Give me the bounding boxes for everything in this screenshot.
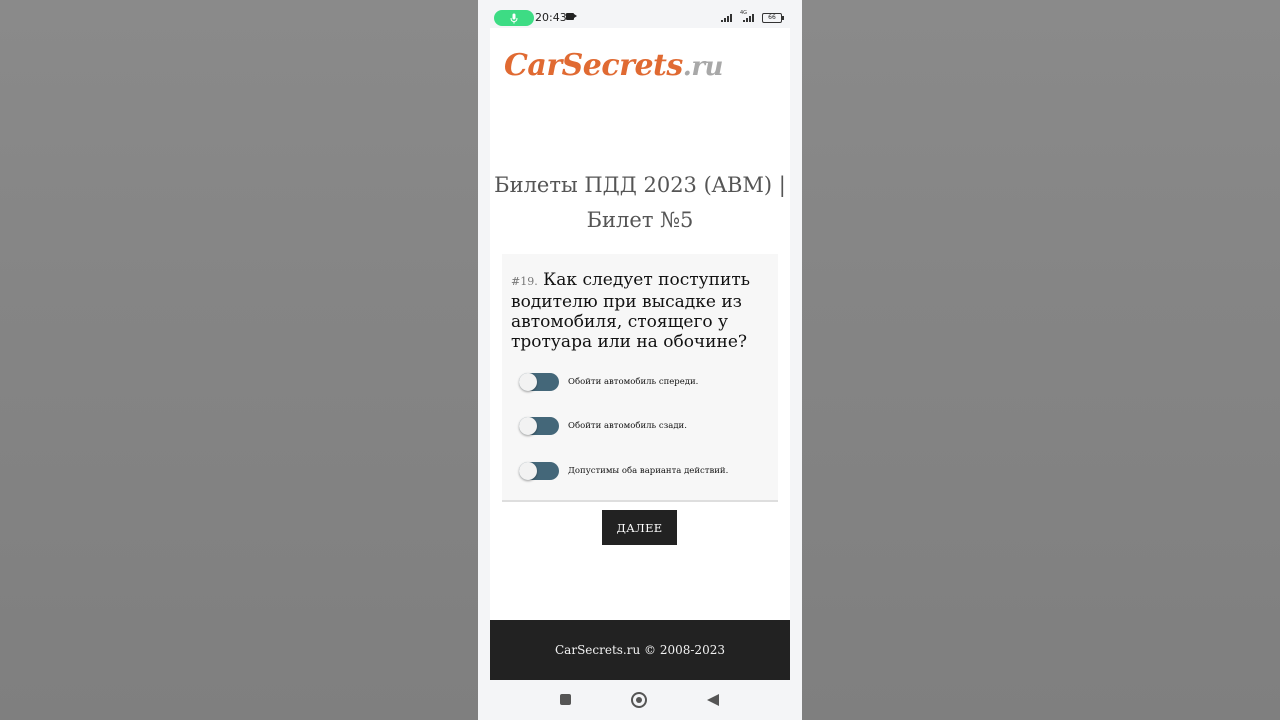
status-time: 20:43 <box>535 11 567 24</box>
back-icon[interactable] <box>707 694 719 706</box>
logo-tld-text: .ru <box>682 52 724 82</box>
logo-main-text: CarSecrets <box>504 48 683 83</box>
page-title-line2: Билет №5 <box>586 208 694 232</box>
signal-icon <box>721 13 732 22</box>
question: #19. Как следует поступить водителю при … <box>511 270 773 352</box>
question-text: Как следует поступить водителю при высад… <box>511 270 750 352</box>
blurred-background-left <box>0 0 478 720</box>
phone-screen: 20:43 4G 66 CarSecrets.ru Билеты ПДД 202… <box>478 0 802 720</box>
page-footer: CarSecrets.ru © 2008-2023 <box>490 620 790 680</box>
page-title-line1: Билеты ПДД 2023 (ABM) | <box>494 173 786 197</box>
blurred-background-right <box>802 0 1280 720</box>
answer-option-1[interactable]: Обойти автомобиль спереди. <box>519 372 698 392</box>
mic-icon[interactable] <box>494 10 534 26</box>
quiz-card: #19. Как следует поступить водителю при … <box>502 254 778 502</box>
signal-icon-secondary <box>743 13 754 22</box>
system-nav-bar <box>478 680 802 720</box>
answer-toggle-2[interactable] <box>519 417 559 435</box>
answer-toggle-3[interactable] <box>519 462 559 480</box>
question-number: #19. <box>511 275 538 288</box>
page-title: Билеты ПДД 2023 (ABM) | Билет №5 <box>490 168 790 238</box>
answer-option-2[interactable]: Обойти автомобиль сзади. <box>519 416 687 436</box>
recent-apps-icon[interactable] <box>560 694 571 705</box>
answer-toggle-1[interactable] <box>519 373 559 391</box>
web-page: CarSecrets.ru Билеты ПДД 2023 (ABM) | Би… <box>490 28 790 680</box>
site-logo[interactable]: CarSecrets.ru <box>504 48 776 98</box>
answer-option-3[interactable]: Допустимы оба варианта действий. <box>519 461 728 481</box>
next-button[interactable]: ДАЛЕЕ <box>602 510 677 545</box>
footer-copyright: CarSecrets.ru © 2008-2023 <box>555 643 725 657</box>
home-icon[interactable] <box>631 692 647 708</box>
video-record-icon <box>566 13 577 20</box>
answer-label-2: Обойти автомобиль сзади. <box>568 421 687 431</box>
battery-icon: 66 <box>762 13 784 23</box>
answer-label-1: Обойти автомобиль спереди. <box>568 377 699 387</box>
status-bar: 20:43 4G 66 <box>478 0 802 28</box>
answer-label-3: Допустимы оба варианта действий. <box>568 466 729 476</box>
